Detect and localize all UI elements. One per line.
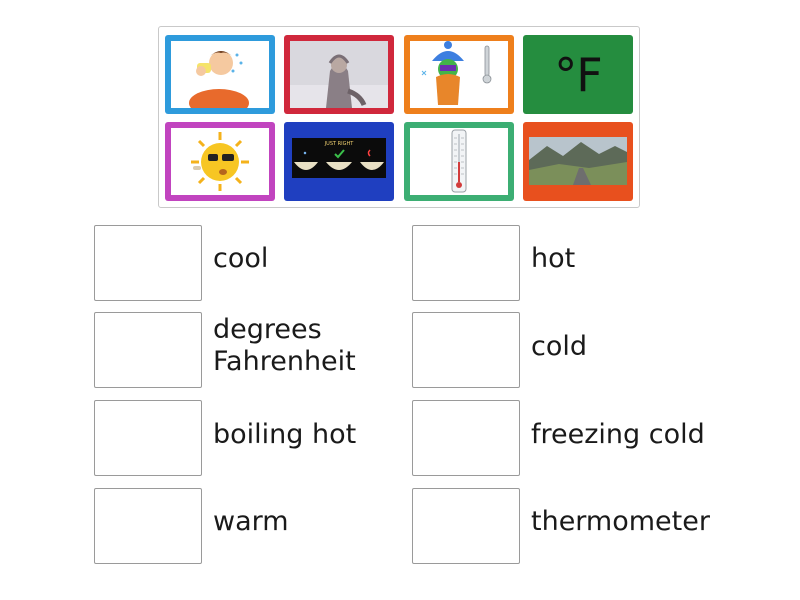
drop-slot-cool[interactable] bbox=[94, 225, 202, 301]
label-freezing-cold: freezing cold bbox=[531, 419, 705, 450]
drop-slot-hot[interactable] bbox=[412, 225, 520, 301]
just-right-bowls-image: JUST RIGHT bbox=[290, 128, 388, 195]
card-sun[interactable] bbox=[165, 122, 275, 201]
drop-slot-degrees-fahrenheit[interactable] bbox=[94, 312, 202, 388]
drop-slot-boiling-hot[interactable] bbox=[94, 400, 202, 476]
card-thermometer[interactable] bbox=[404, 122, 514, 201]
thermometer-image bbox=[410, 128, 508, 195]
sun-with-sunglasses-image bbox=[171, 128, 269, 195]
just-right-caption: JUST RIGHT bbox=[324, 141, 355, 147]
drop-slot-warm[interactable] bbox=[94, 488, 202, 564]
label-cold: cold bbox=[531, 331, 588, 362]
label-thermometer: thermometer bbox=[531, 506, 710, 537]
label-boiling-hot: boiling hot bbox=[213, 419, 357, 450]
card-freezing-character[interactable] bbox=[404, 35, 514, 114]
label-degrees-fahrenheit: degrees Fahrenheit bbox=[213, 314, 356, 378]
label-warm: warm bbox=[213, 506, 289, 537]
card-landscape[interactable] bbox=[523, 122, 633, 201]
sweating-man-image bbox=[171, 41, 269, 108]
drop-slot-thermometer[interactable] bbox=[412, 488, 520, 564]
card-just-right-bowls[interactable]: JUST RIGHT bbox=[284, 122, 394, 201]
card-cold-person[interactable] bbox=[284, 35, 394, 114]
frozen-character-with-thermometer-image bbox=[410, 41, 508, 108]
drop-slot-cold[interactable] bbox=[412, 312, 520, 388]
card-degrees-fahrenheit[interactable]: °F bbox=[523, 35, 633, 114]
mountain-road-landscape-image bbox=[529, 128, 627, 195]
card-hot-man[interactable] bbox=[165, 35, 275, 114]
label-cool: cool bbox=[213, 243, 269, 274]
bundled-person-in-snow-image bbox=[290, 41, 388, 108]
label-hot: hot bbox=[531, 243, 576, 274]
label-fahrenheit-line: Fahrenheit bbox=[213, 346, 356, 377]
drop-slot-freezing-cold[interactable] bbox=[412, 400, 520, 476]
fahrenheit-symbol: °F bbox=[554, 47, 602, 102]
label-degrees-line: degrees bbox=[213, 314, 322, 345]
